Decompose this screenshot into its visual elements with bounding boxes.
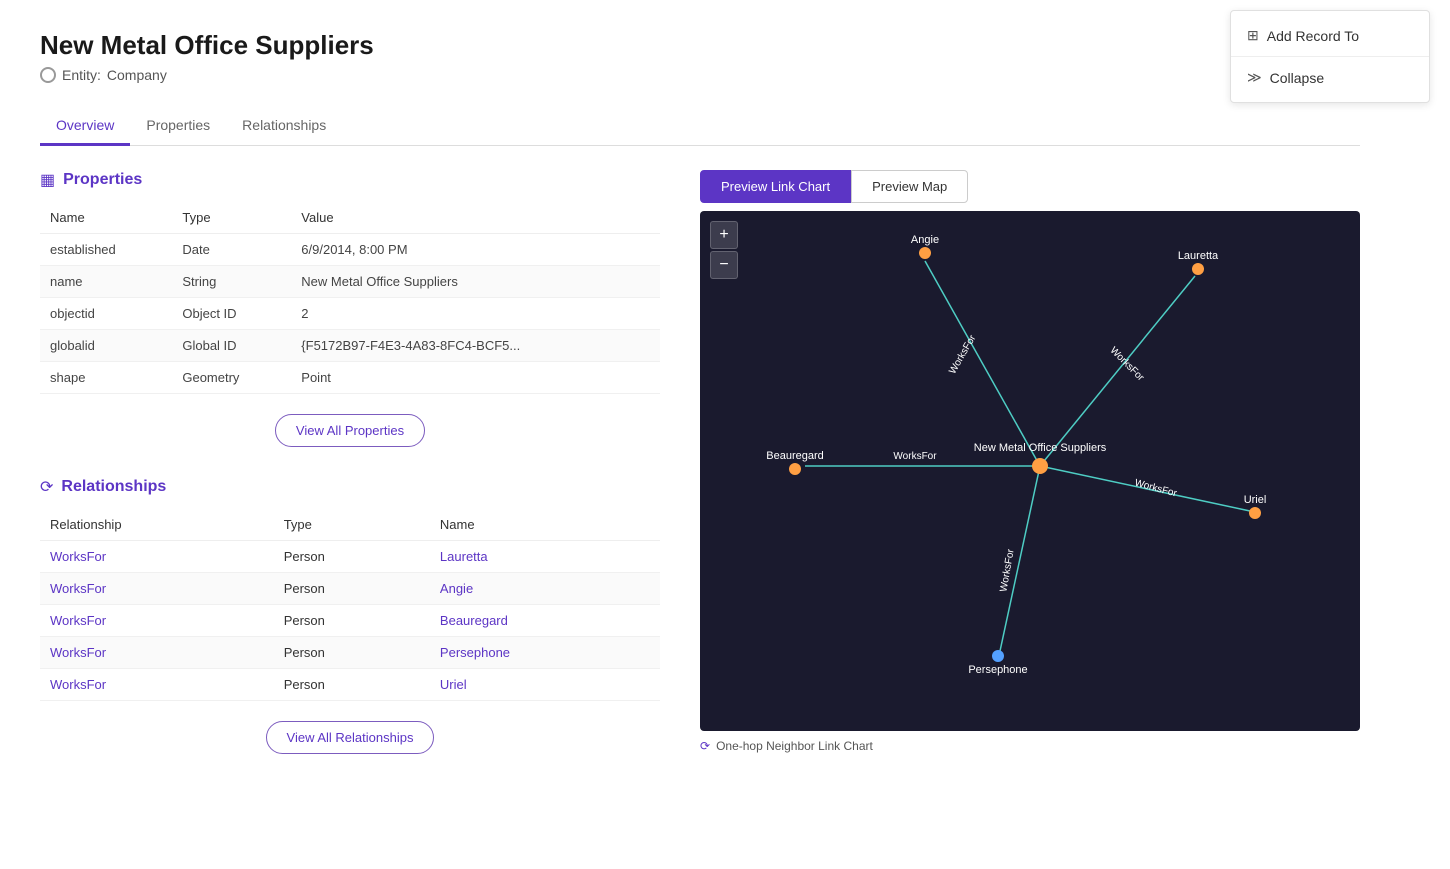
prop-col-value: Value xyxy=(291,202,660,234)
properties-header: ▦ Properties xyxy=(40,170,660,190)
content-area: ▦ Properties Name Type Value established… xyxy=(40,170,1360,784)
entity-label: Entity: xyxy=(62,67,101,83)
rel-relationship[interactable]: WorksFor xyxy=(40,637,274,669)
prop-name: globalid xyxy=(40,330,172,362)
tab-preview-link-chart[interactable]: Preview Link Chart xyxy=(700,170,851,203)
view-all-relationships-button[interactable]: View All Relationships xyxy=(266,721,435,754)
table-row: WorksFor Person Lauretta xyxy=(40,541,660,573)
rel-type: Person xyxy=(274,669,430,701)
prop-name: objectid xyxy=(40,298,172,330)
table-row: objectid Object ID 2 xyxy=(40,298,660,330)
rel-name[interactable]: Lauretta xyxy=(430,541,660,573)
add-record-button[interactable]: ⊞ Add Record To xyxy=(1231,19,1429,52)
table-row: WorksFor Person Persephone xyxy=(40,637,660,669)
relationships-header: ⟳ Relationships xyxy=(40,477,660,497)
svg-text:Angie: Angie xyxy=(911,234,939,246)
rel-type: Person xyxy=(274,605,430,637)
properties-table: Name Type Value established Date 6/9/201… xyxy=(40,202,660,394)
properties-icon: ▦ xyxy=(40,170,55,190)
rel-name[interactable]: Beauregard xyxy=(430,605,660,637)
rel-col-relationship: Relationship xyxy=(40,509,274,541)
svg-text:WorksFor: WorksFor xyxy=(893,451,937,462)
svg-text:Lauretta: Lauretta xyxy=(1178,250,1219,262)
prop-type: Date xyxy=(172,234,291,266)
entity-value: Company xyxy=(107,67,167,83)
rel-relationship[interactable]: WorksFor xyxy=(40,669,274,701)
prop-col-name: Name xyxy=(40,202,172,234)
relationships-icon: ⟳ xyxy=(40,477,53,497)
prop-col-type: Type xyxy=(172,202,291,234)
left-column: ▦ Properties Name Type Value established… xyxy=(40,170,660,784)
tab-relationships[interactable]: Relationships xyxy=(226,107,342,146)
chart-footer: ⟳ One-hop Neighbor Link Chart xyxy=(700,739,1360,753)
tab-properties[interactable]: Properties xyxy=(130,107,226,146)
svg-text:Persephone: Persephone xyxy=(968,664,1027,676)
tab-preview-map[interactable]: Preview Map xyxy=(851,170,968,203)
tab-overview[interactable]: Overview xyxy=(40,107,130,146)
svg-text:New Metal Office Suppliers: New Metal Office Suppliers xyxy=(974,442,1107,454)
prop-type: Object ID xyxy=(172,298,291,330)
rel-type: Person xyxy=(274,573,430,605)
prop-value: New Metal Office Suppliers xyxy=(291,266,660,298)
prop-type: Global ID xyxy=(172,330,291,362)
prop-value: 2 xyxy=(291,298,660,330)
view-all-properties-button[interactable]: View All Properties xyxy=(275,414,425,447)
preview-tab-bar: Preview Link Chart Preview Map xyxy=(700,170,1360,203)
rel-type: Person xyxy=(274,541,430,573)
table-row: established Date 6/9/2014, 8:00 PM xyxy=(40,234,660,266)
svg-text:WorksFor: WorksFor xyxy=(1133,478,1178,500)
prop-name: shape xyxy=(40,362,172,394)
rel-relationship[interactable]: WorksFor xyxy=(40,605,274,637)
table-row: shape Geometry Point xyxy=(40,362,660,394)
prop-type: Geometry xyxy=(172,362,291,394)
rel-col-name: Name xyxy=(430,509,660,541)
collapse-button[interactable]: ≫ Collapse xyxy=(1231,61,1429,94)
table-row: WorksFor Person Uriel xyxy=(40,669,660,701)
collapse-icon: ≫ xyxy=(1247,69,1262,86)
top-bar: ⊞ Add Record To ≫ Collapse xyxy=(1230,10,1430,103)
rel-col-type: Type xyxy=(274,509,430,541)
prop-value: {F5172B97-F4E3-4A83-8FC4-BCF5... xyxy=(291,330,660,362)
prop-type: String xyxy=(172,266,291,298)
page-title: New Metal Office Suppliers xyxy=(40,30,1360,61)
svg-text:Beauregard: Beauregard xyxy=(766,450,824,462)
rel-type: Person xyxy=(274,637,430,669)
svg-text:Uriel: Uriel xyxy=(1244,494,1267,506)
main-content: New Metal Office Suppliers Entity: Compa… xyxy=(0,0,1400,814)
prop-name: established xyxy=(40,234,172,266)
entity-line: Entity: Company xyxy=(40,67,1360,83)
link-chart-svg: WorksFor WorksFor WorksFor WorksFor Work… xyxy=(700,211,1360,731)
rel-name[interactable]: Uriel xyxy=(430,669,660,701)
menu-divider xyxy=(1231,56,1429,57)
chart-footer-icon: ⟳ xyxy=(700,739,710,753)
rel-relationship[interactable]: WorksFor xyxy=(40,541,274,573)
prop-name: name xyxy=(40,266,172,298)
svg-text:WorksFor: WorksFor xyxy=(947,333,978,376)
rel-name[interactable]: Persephone xyxy=(430,637,660,669)
add-record-icon: ⊞ xyxy=(1247,27,1259,44)
table-row: name String New Metal Office Suppliers xyxy=(40,266,660,298)
chart-container: + − WorksFor WorksF xyxy=(700,211,1360,731)
prop-value: 6/9/2014, 8:00 PM xyxy=(291,234,660,266)
rel-relationship[interactable]: WorksFor xyxy=(40,573,274,605)
properties-title: Properties xyxy=(63,171,142,189)
table-row: WorksFor Person Angie xyxy=(40,573,660,605)
add-record-label: Add Record To xyxy=(1267,28,1359,44)
chart-footer-label: One-hop Neighbor Link Chart xyxy=(716,739,873,753)
collapse-label: Collapse xyxy=(1270,70,1324,86)
relationships-table: Relationship Type Name WorksFor Person L… xyxy=(40,509,660,701)
table-row: WorksFor Person Beauregard xyxy=(40,605,660,637)
tab-bar: Overview Properties Relationships xyxy=(40,107,1360,146)
rel-name[interactable]: Angie xyxy=(430,573,660,605)
entity-icon xyxy=(40,67,56,83)
right-column: Preview Link Chart Preview Map + − xyxy=(700,170,1360,784)
prop-value: Point xyxy=(291,362,660,394)
svg-text:WorksFor: WorksFor xyxy=(1108,345,1147,384)
relationships-title: Relationships xyxy=(61,478,166,496)
table-row: globalid Global ID {F5172B97-F4E3-4A83-8… xyxy=(40,330,660,362)
